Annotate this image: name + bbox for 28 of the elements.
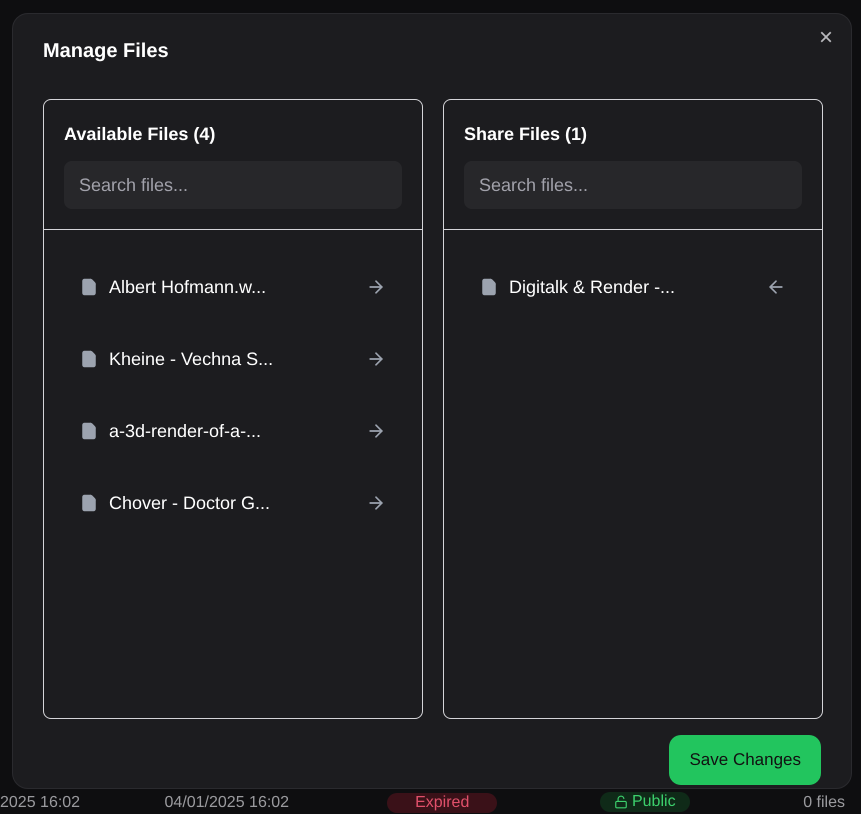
background-text: 0 files — [803, 794, 845, 811]
visibility-badge: Public — [600, 792, 690, 812]
file-item[interactable]: Albert Hofmann.w... — [80, 251, 386, 323]
background-text: 2025 16:02 — [0, 794, 80, 811]
panel-title: Available Files (4) — [64, 123, 216, 145]
file-item[interactable]: Digitalk & Render -... — [480, 251, 786, 323]
file-name: Albert Hofmann.w... — [109, 276, 266, 298]
file-name: Chover - Doctor G... — [109, 492, 270, 514]
panel-title: Share Files (1) — [464, 123, 588, 145]
file-name: a-3d-render-of-a-... — [109, 420, 262, 442]
file-name: Digitalk & Render -... — [509, 276, 676, 299]
close-button[interactable]: × — [818, 26, 833, 50]
file-icon — [480, 278, 498, 296]
dialog-title: Manage Files — [43, 39, 170, 63]
search-field[interactable]: Search files... — [64, 161, 402, 209]
file-name: Kheine - Vechna S... — [109, 348, 274, 370]
file-icon — [80, 422, 98, 440]
file-item[interactable]: a-3d-render-of-a-... — [80, 395, 386, 467]
file-item[interactable]: Chover - Doctor G... — [80, 467, 386, 539]
file-icon — [80, 278, 98, 296]
save-button[interactable]: Save Changes — [669, 735, 821, 785]
search-field[interactable]: Search files... — [464, 161, 802, 209]
file-icon — [80, 494, 98, 512]
unlocked-icon — [614, 794, 628, 808]
background-text: 04/01/2025 16:02 — [164, 794, 290, 811]
file-item[interactable]: Kheine - Vechna S... — [80, 323, 386, 395]
status-badge: Expired — [387, 793, 498, 813]
file-icon — [80, 350, 98, 368]
